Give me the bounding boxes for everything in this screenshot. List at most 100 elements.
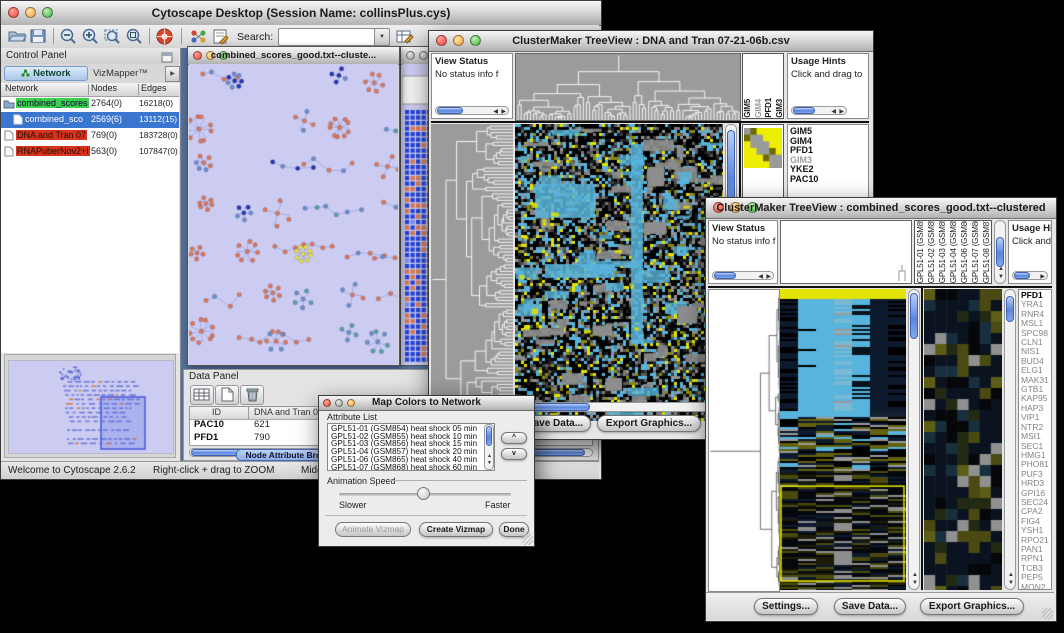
scroll-down-icon[interactable]: ▼	[998, 273, 1004, 281]
search-dropdown-icon[interactable]: ▼	[374, 28, 390, 46]
table-edit-icon[interactable]	[395, 27, 415, 46]
col-network[interactable]: Network	[5, 83, 38, 93]
dialog-titlebar[interactable]: Map Colors to Network	[319, 396, 534, 411]
usage-hints-scrollbar[interactable]: ◀ ▶	[791, 106, 847, 115]
new-attribute-icon[interactable]	[215, 385, 239, 405]
column-label: PFD1	[764, 98, 775, 118]
move-down-button[interactable]: v	[501, 448, 527, 460]
scroll-up-icon[interactable]: ▲	[998, 265, 1004, 273]
scroll-right-icon[interactable]: ▶	[1040, 273, 1045, 281]
main-titlebar[interactable]: Cytoscape Desktop (Session Name: collins…	[1, 1, 601, 26]
select-attributes-icon[interactable]	[190, 385, 214, 405]
scroll-right-icon[interactable]: ▶	[766, 273, 771, 281]
heatmap-canvas[interactable]	[515, 124, 723, 421]
data-panel-title: Data Panel	[189, 371, 238, 382]
view-status-panel: View Status No status info f ◀ ▶	[431, 53, 513, 119]
column-label: GPL51-07 (GSM868)	[970, 221, 981, 283]
tab-vizmapper[interactable]: VizMapper™	[93, 68, 148, 79]
col-nodes[interactable]: Nodes	[91, 83, 117, 93]
scroll-left-icon[interactable]: ◀	[831, 108, 836, 116]
view-status-scrollbar[interactable]: ◀ ▶	[435, 106, 509, 115]
zoom-heatmap-canvas[interactable]	[924, 289, 1002, 590]
save-icon[interactable]	[29, 27, 49, 46]
view-status-scrollbar[interactable]: ◀ ▶	[712, 271, 774, 280]
settings-button[interactable]: Settings...	[754, 598, 818, 615]
minimize-icon[interactable]	[419, 51, 428, 60]
network-view-titlebar[interactable]: combined_scores_good.txt--cluste...	[188, 47, 399, 65]
create-vizmap-button[interactable]: Create Vizmap	[419, 522, 493, 537]
resize-grip[interactable]	[1042, 608, 1053, 619]
network-nodes: 769(0)	[91, 130, 117, 140]
scroll-up-icon[interactable]: ▲	[912, 571, 918, 579]
scroll-up-icon[interactable]: ▲	[1008, 571, 1014, 579]
animate-vizmap-button[interactable]: Animate Vizmap	[335, 522, 411, 537]
view-status-panel: View Status No status info f ◀ ▶	[708, 220, 778, 284]
column-labels-vscrollbar[interactable]: ▲ ▼	[994, 220, 1006, 284]
scroll-down-icon[interactable]: ▼	[912, 579, 918, 587]
zoom-vscrollbar[interactable]: ▲ ▼	[1004, 289, 1016, 590]
row-dendrogram-canvas[interactable]	[431, 124, 513, 421]
tab-network[interactable]: Network	[4, 66, 88, 81]
tab-network-label: Network	[33, 68, 70, 79]
zoom-in-icon[interactable]	[81, 27, 101, 46]
faster-label: Faster	[485, 500, 511, 510]
usage-hints-scrollbar[interactable]: ▶	[1012, 271, 1048, 280]
resize-grip[interactable]	[522, 534, 533, 545]
scroll-right-icon[interactable]: ▶	[501, 108, 506, 116]
treeview2-titlebar[interactable]: ClusterMaker TreeView : combined_scores_…	[706, 198, 1056, 219]
annotation-icon[interactable]	[211, 27, 231, 46]
scroll-down-icon[interactable]: ▼	[487, 459, 492, 467]
scroll-down-icon[interactable]: ▼	[1008, 579, 1014, 587]
treeview1-titlebar[interactable]: ClusterMaker TreeView : DNA and Tran 07-…	[429, 31, 873, 52]
scroll-left-icon[interactable]: ◀	[758, 273, 763, 281]
attribute-list-scrollbar[interactable]: ▲ ▼	[484, 424, 494, 470]
table-row[interactable]: DNA and Tran 07 769(0) 183728(0)	[1, 128, 179, 144]
table-row[interactable]: combined_scores 2764(0) 16218(0)	[1, 96, 179, 112]
search-input[interactable]	[278, 28, 376, 46]
network-table: Network Nodes Edges combined_scores 2764…	[1, 83, 179, 353]
open-file-icon[interactable]	[7, 27, 27, 46]
row-dendrogram-canvas[interactable]	[708, 289, 780, 592]
network-name: RNAPuberNov2+I	[16, 146, 90, 156]
network-nodes: 2764(0)	[91, 98, 122, 108]
network-name: combined_sco	[25, 114, 83, 124]
control-panel-tabs: Network VizMapper™ ▶	[1, 64, 179, 84]
delete-attribute-trash-icon[interactable]	[240, 385, 264, 405]
animation-slider-thumb[interactable]	[417, 487, 430, 500]
zoom-selected-icon[interactable]	[125, 27, 145, 46]
attribute-item[interactable]: GPL51-07 (GSM868) heat shock 60 min	[331, 464, 494, 471]
network-overview-canvas[interactable]	[8, 360, 174, 454]
zoom-out-icon[interactable]	[59, 27, 79, 46]
move-up-button[interactable]: ^	[501, 432, 527, 444]
export-graphics-button[interactable]: Export Graphics...	[597, 415, 701, 432]
usage-hints-text: Click and drag to	[788, 67, 868, 80]
slower-label: Slower	[339, 500, 367, 510]
network-canvas[interactable]	[189, 64, 398, 365]
save-data-button[interactable]: Save Data...	[834, 598, 906, 615]
gene-label[interactable]: PAC10	[788, 175, 868, 185]
column-label: GPL51-04 (GSM857)	[948, 221, 959, 283]
column-dendrogram-canvas[interactable]	[515, 53, 741, 121]
table-row-selected[interactable]: combined_sco 2569(6) 13112(15)	[1, 112, 179, 128]
tab-overflow-button[interactable]: ▶	[165, 66, 180, 82]
help-lifering-icon[interactable]	[155, 27, 175, 46]
network-edges: 107847(0)	[139, 146, 178, 156]
gene-label[interactable]: MON2	[1019, 583, 1051, 590]
scroll-right-icon[interactable]: ▶	[839, 108, 844, 116]
heatmap-hscrollbar[interactable]	[515, 402, 723, 412]
close-icon[interactable]	[406, 51, 415, 60]
column-tree-panel[interactable]	[780, 220, 912, 284]
zoom-fit-icon[interactable]	[103, 27, 123, 46]
col-edges[interactable]: Edges	[141, 83, 167, 93]
vizmapper-nodes-icon[interactable]	[189, 27, 209, 46]
heatmap-canvas[interactable]	[780, 289, 906, 590]
column-label: GPL51-06 (GSM865)	[959, 221, 970, 283]
export-graphics-button[interactable]: Export Graphics...	[920, 598, 1024, 615]
id-column-header[interactable]: ID	[212, 407, 221, 417]
scroll-left-icon[interactable]: ◀	[493, 108, 498, 116]
table-row[interactable]: RNAPuberNov2+I 563(0) 107847(0)	[1, 144, 179, 160]
similarity-matrix-canvas[interactable]	[744, 128, 782, 168]
heatmap-vscrollbar[interactable]: ▲ ▼	[908, 289, 920, 590]
row-value: 621	[254, 419, 270, 430]
attribute-list[interactable]: GPL51-01 (GSM854) heat shock 05 minGPL51…	[327, 423, 495, 471]
